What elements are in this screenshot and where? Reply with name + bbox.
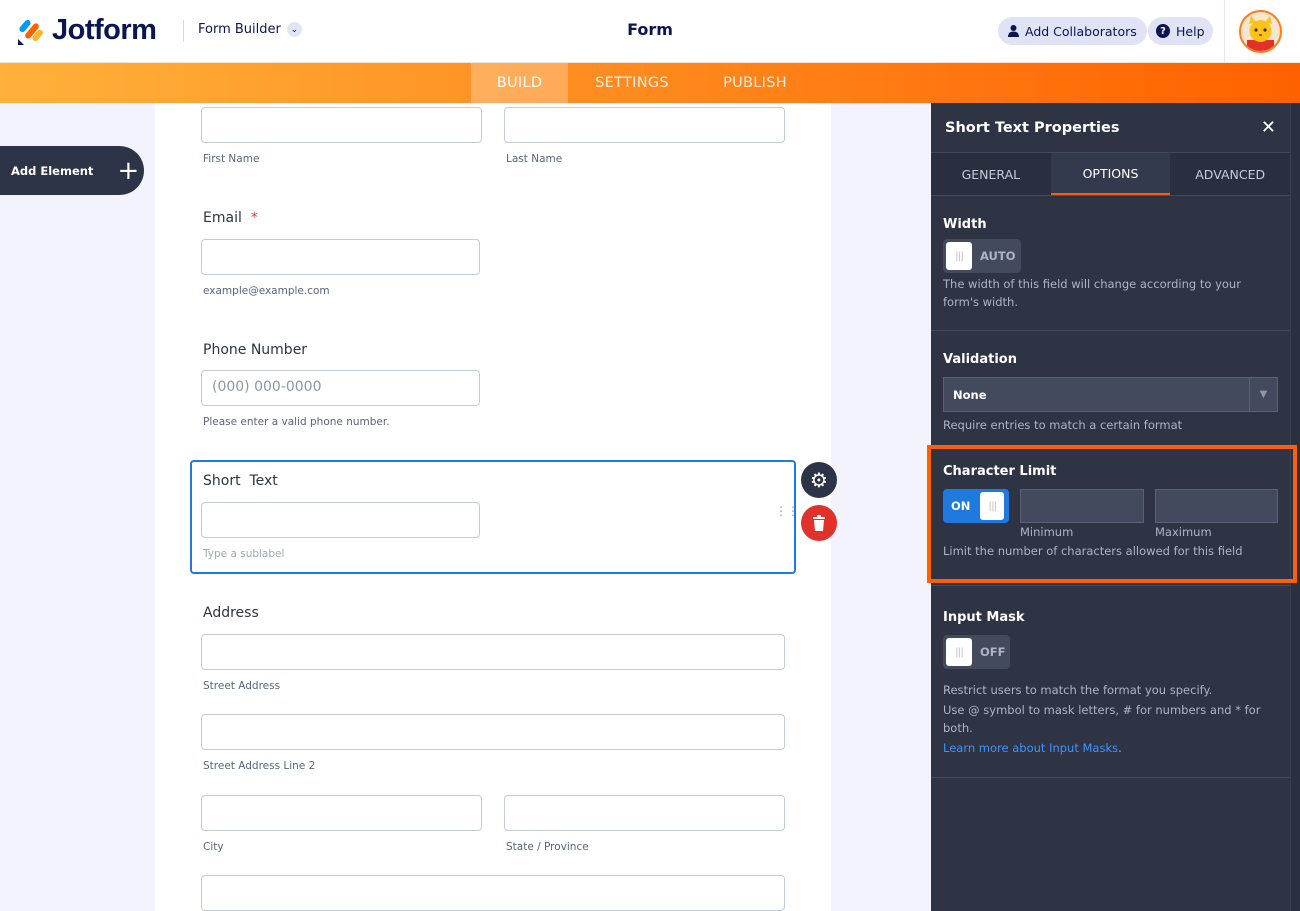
input-mask-learn-more-link[interactable]: Learn more about Input Masks [943,741,1118,755]
postal-input[interactable] [201,875,785,911]
avatar-cat-icon [1247,16,1274,51]
divider [183,20,184,42]
divider [1224,0,1225,63]
street2-input[interactable] [201,714,785,750]
last-name-sublabel: Last Name [506,153,563,165]
first-name-input[interactable] [201,107,482,143]
short-text-sublabel[interactable]: Type a sublabel [203,548,284,560]
tab-options[interactable]: OPTIONS [1050,153,1171,195]
add-element-button[interactable]: Add Element + [0,146,144,195]
input-mask-toggle[interactable]: ||| OFF [943,635,1010,669]
close-icon[interactable]: ✕ [1261,117,1276,138]
email-label: Email * [203,210,258,226]
gear-icon: ⚙ [810,468,828,492]
tab-advanced[interactable]: ADVANCED [1170,153,1290,195]
brand-name: Jotform [52,14,157,46]
help-icon: ? [1156,24,1170,38]
validation-value: None [953,387,987,402]
add-element-label: Add Element [11,163,94,178]
jotform-logo-icon [18,19,43,45]
form-builder-label: Form Builder [198,22,281,37]
tab-general[interactable]: GENERAL [931,153,1051,195]
width-desc: The width of this field will change acco… [943,277,1241,309]
validation-title: Validation [943,352,1017,367]
short-text-input[interactable] [201,502,480,538]
last-name-input[interactable] [504,107,785,143]
input-mask-desc-2: Use @ symbol to mask letters, # for numb… [943,703,1261,735]
phone-sublabel: Please enter a valid phone number. [203,416,390,428]
tab-build[interactable]: BUILD [471,63,568,103]
street-input[interactable] [201,634,785,670]
add-collaborators-button[interactable]: Add Collaborators [998,17,1147,45]
help-button[interactable]: ? Help [1148,17,1213,45]
chevron-down-icon: ▼ [1249,378,1277,411]
input-mask-desc: Restrict users to match the format you s… [943,683,1213,697]
jotform-logo[interactable]: Jotform [18,14,157,47]
address-label: Address [203,605,259,621]
email-label-text: Email [203,210,242,226]
link-suffix: . [1118,741,1122,755]
city-sublabel: City [203,841,224,853]
character-limit-highlight [927,445,1297,583]
panel-title: Short Text Properties [945,119,1120,136]
phone-label: Phone Number [203,342,308,358]
form-builder-dropdown[interactable]: Form Builder ⌄ [198,22,302,37]
add-collaborators-label: Add Collaborators [1025,23,1137,39]
first-name-sublabel: First Name [203,153,260,165]
street2-sublabel: Street Address Line 2 [203,760,316,772]
chevron-down-icon: ⌄ [286,22,302,37]
drag-handle-icon[interactable]: ⋮⋮ [775,505,799,517]
input-mask-toggle-label: OFF [980,645,1006,659]
email-input[interactable] [201,239,480,275]
state-input[interactable] [504,795,785,831]
validation-select[interactable]: None ▼ [943,377,1278,412]
avatar[interactable] [1239,10,1282,53]
required-mark: * [250,210,258,226]
short-text-label: Short Text [203,473,278,489]
trash-icon [813,515,825,531]
width-toggle-label: AUTO [980,249,1016,263]
input-mask-title: Input Mask [943,610,1025,625]
field-settings-button[interactable]: ⚙ [801,462,837,498]
tab-publish[interactable]: PUBLISH [706,63,804,103]
delete-field-button[interactable] [801,505,837,541]
user-icon [1008,25,1019,37]
width-toggle[interactable]: ||| AUTO [943,239,1021,273]
toggle-knob: ||| [946,638,972,666]
width-title: Width [943,217,987,232]
state-sublabel: State / Province [506,841,589,853]
phone-input[interactable]: (000) 000-0000 [201,370,480,406]
city-input[interactable] [201,795,482,831]
street-sublabel: Street Address [203,680,281,692]
validation-desc: Require entries to match a certain forma… [943,418,1183,432]
email-sublabel: example@example.com [203,285,330,297]
toggle-knob: ||| [946,242,972,270]
help-label: Help [1176,23,1205,39]
header: Jotform Form Builder ⌄ Form Add Collabora… [0,0,1300,63]
plus-icon: + [117,155,140,186]
tab-settings[interactable]: SETTINGS [578,63,686,103]
